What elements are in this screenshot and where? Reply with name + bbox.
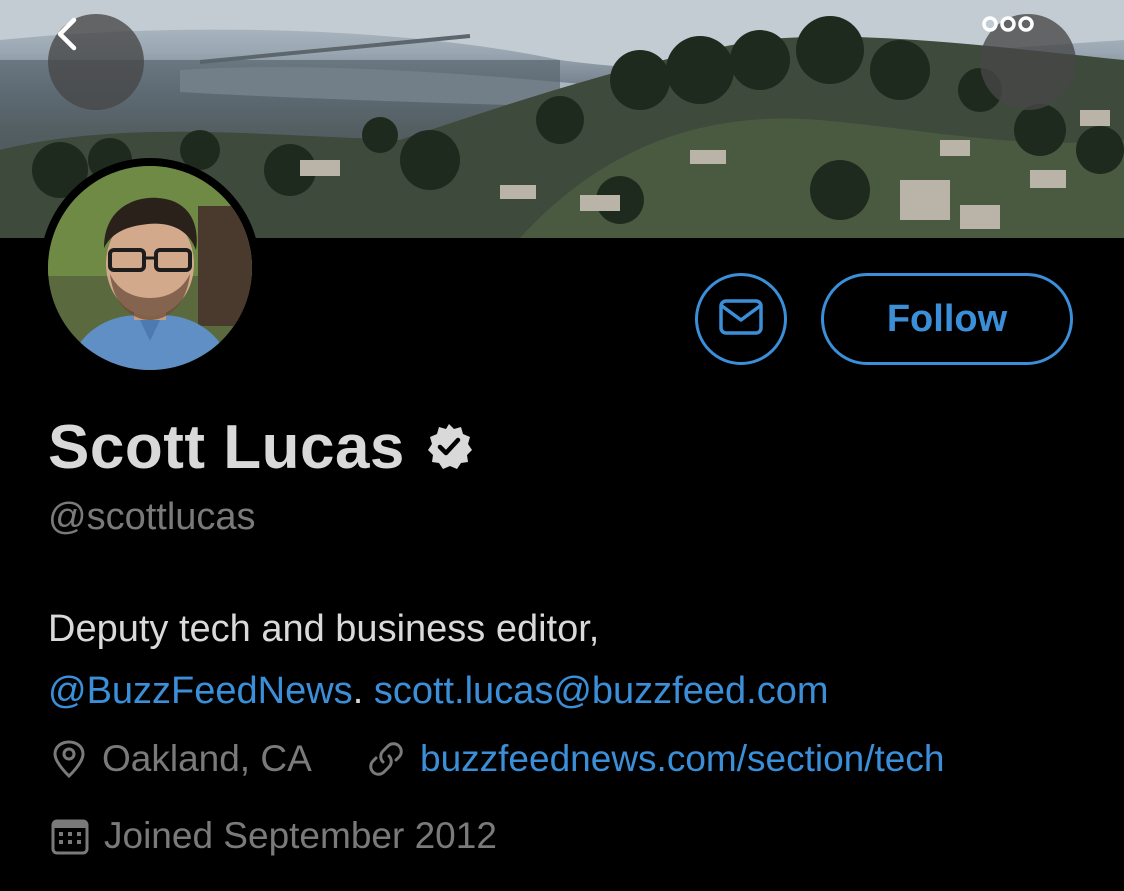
profile-handle: @scottlucas [48, 496, 256, 538]
more-options-button[interactable] [980, 14, 1076, 110]
profile-joined: Joined September 2012 [50, 815, 497, 857]
avatar-photo [48, 166, 252, 370]
back-button[interactable] [48, 14, 144, 110]
profile-avatar[interactable] [40, 158, 260, 378]
website-link[interactable]: buzzfeednews.com/section/tech [420, 738, 944, 780]
bio-mention-link[interactable]: @BuzzFeedNews [48, 670, 353, 712]
location-pin-icon [50, 739, 88, 779]
bio-line-1: Deputy tech and business editor, [48, 608, 600, 650]
follow-button[interactable]: Follow [821, 273, 1073, 365]
link-icon [366, 739, 406, 779]
verified-badge-icon [423, 421, 475, 478]
profile-name: Scott Lucas [48, 413, 405, 482]
profile-name-row: Scott Lucas [48, 412, 475, 483]
location-text: Oakland, CA [102, 738, 312, 779]
calendar-icon [50, 816, 90, 856]
envelope-icon [718, 298, 764, 341]
bio-line-2: @BuzzFeedNews. scott.lucas@buzzfeed.com [48, 660, 828, 722]
profile-location: Oakland, CA [50, 738, 312, 780]
bio-separator: . [352, 670, 364, 712]
joined-text: Joined September 2012 [104, 815, 497, 856]
profile-website[interactable]: buzzfeednews.com/section/tech [366, 738, 944, 780]
message-button[interactable] [695, 273, 787, 365]
bio-email-link[interactable]: scott.lucas@buzzfeed.com [374, 670, 829, 712]
profile-bio: Deputy tech and business editor, @BuzzFe… [48, 598, 828, 722]
